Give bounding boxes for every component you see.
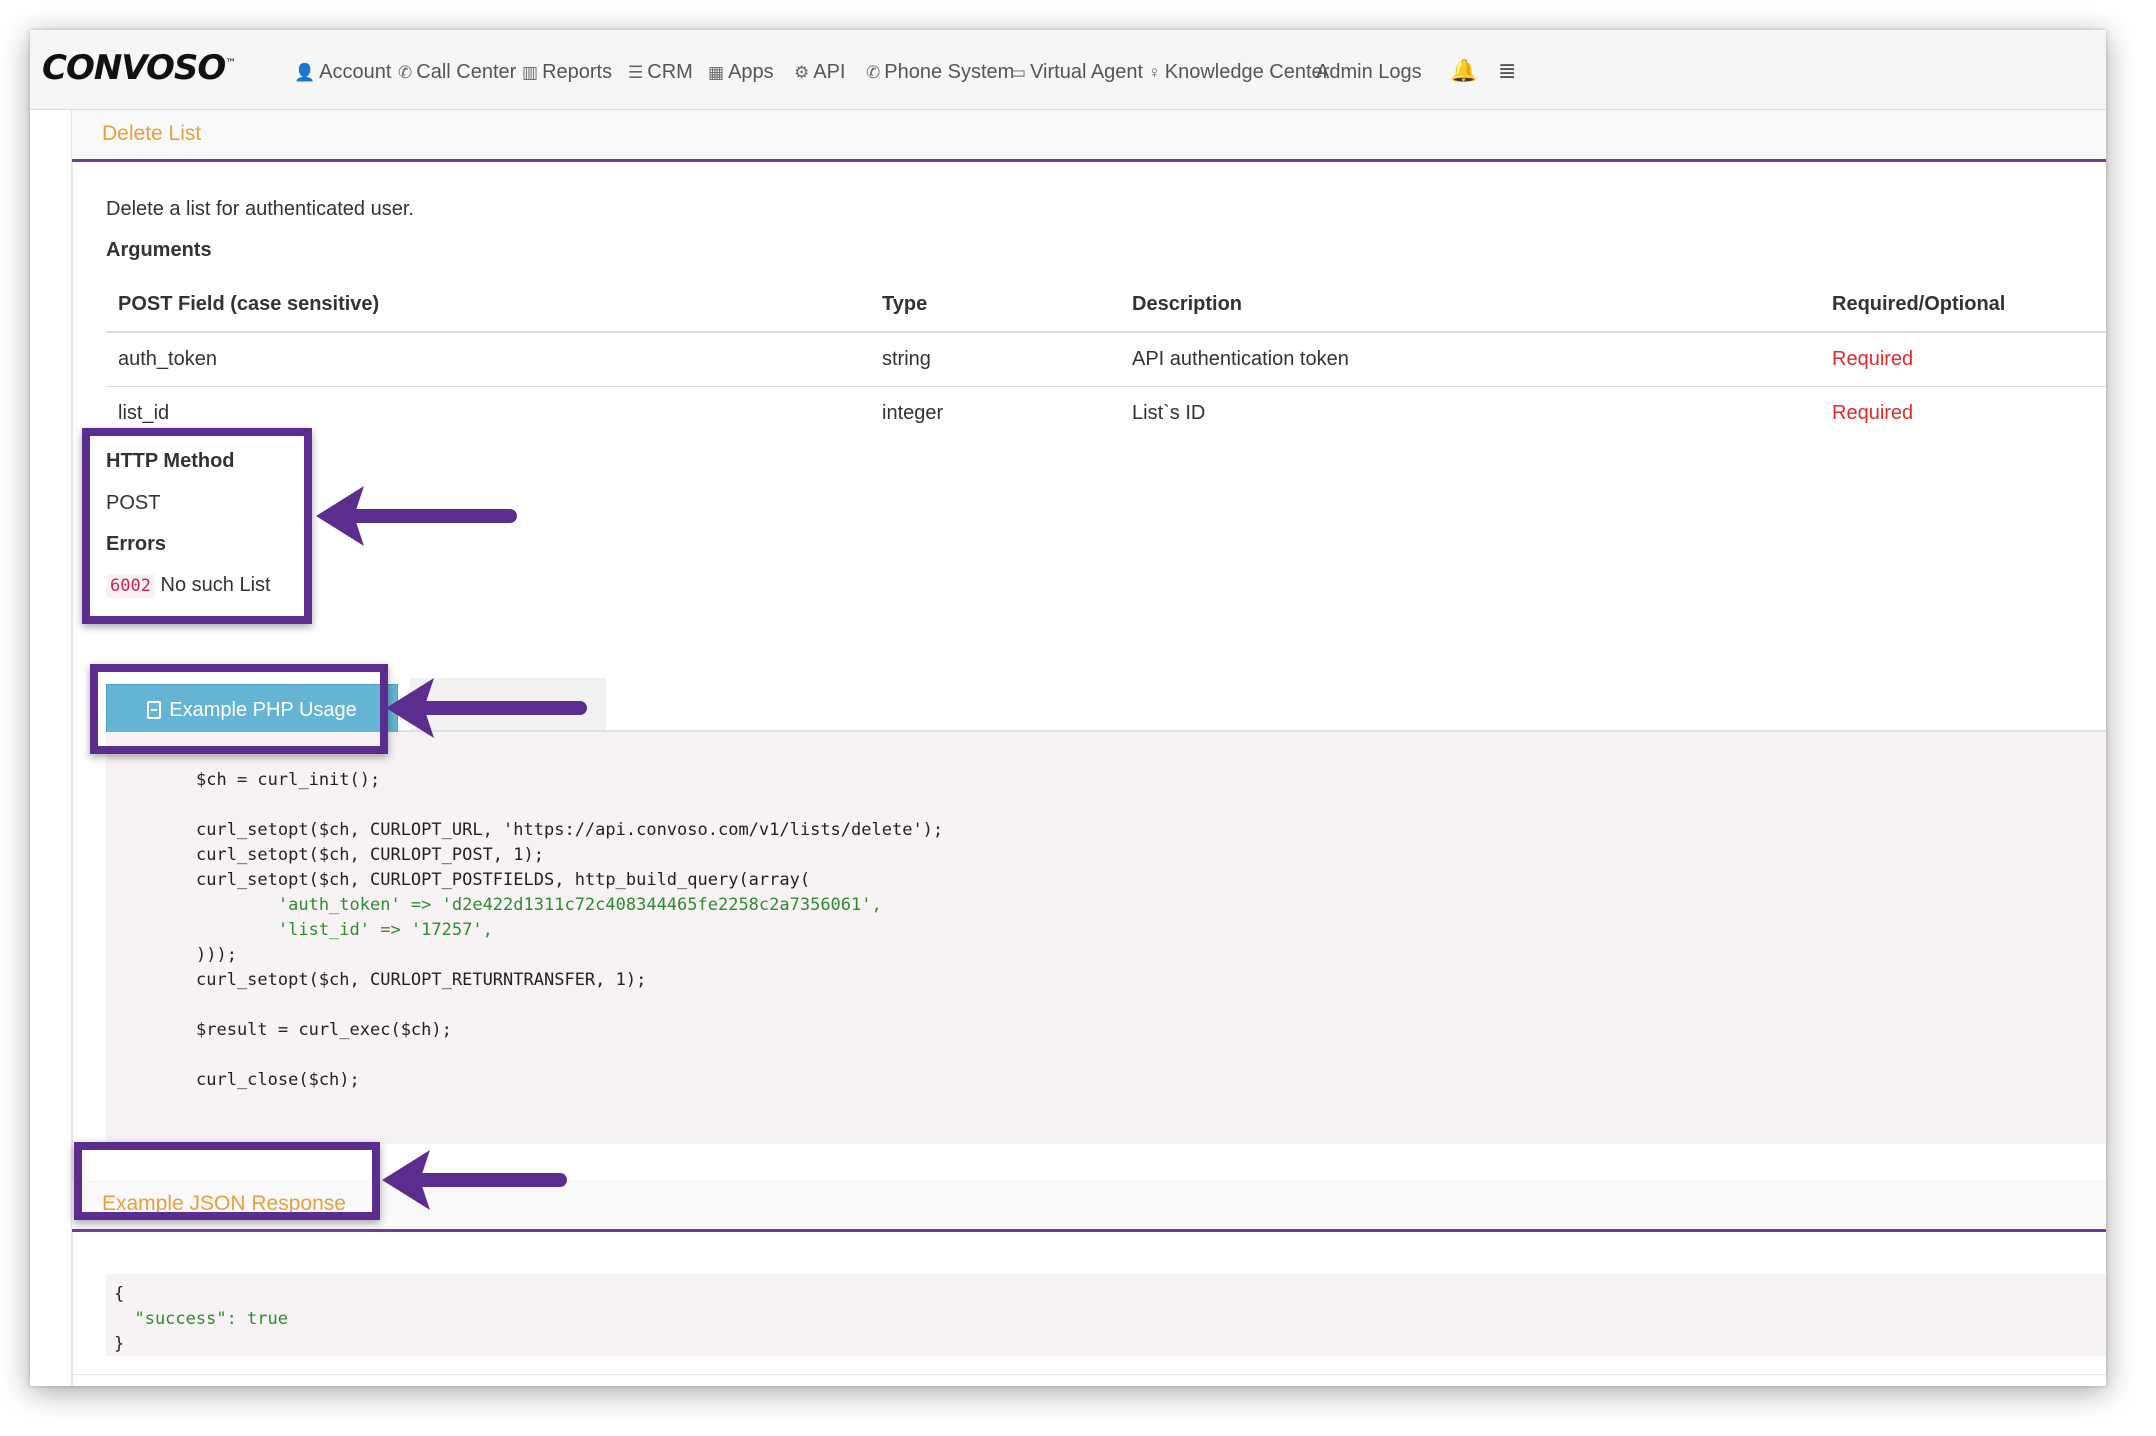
column-header: Required/Optional bbox=[1820, 278, 2106, 333]
code-line: $ch = curl_init(); bbox=[196, 770, 381, 790]
column-header: Description bbox=[1120, 278, 1820, 333]
code-line: ))); bbox=[196, 945, 237, 965]
top-navbar: CONVOSO™ 👤 Account ✆ Call Center ▥ Reports … bbox=[30, 30, 2106, 110]
bell-icon[interactable]: 🔔 bbox=[1450, 58, 1477, 84]
code-line: } bbox=[114, 1334, 125, 1354]
nav-admin-logs[interactable]: Admin Logs bbox=[1316, 61, 1422, 84]
highlight-box-http-method bbox=[82, 428, 312, 624]
field-type: integer bbox=[882, 401, 944, 424]
field-name: auth_token bbox=[106, 332, 870, 387]
table-row: auth_token string API authentication tok… bbox=[106, 332, 2106, 387]
field-description: API authentication token bbox=[1120, 332, 1820, 387]
user-icon: 👤 bbox=[294, 62, 316, 82]
code-line: curl_setopt($ch, CURLOPT_URL, 'https://a… bbox=[196, 820, 944, 840]
section-header-delete-list: Delete List bbox=[72, 110, 2106, 162]
arguments-table: POST Field (case sensitive) Type Descrip… bbox=[106, 278, 2106, 440]
field-type: string bbox=[870, 332, 1120, 387]
code-line: curl_setopt($ch, CURLOPT_POSTFIELDS, htt… bbox=[196, 870, 811, 890]
code-line: curl_setopt($ch, CURLOPT_RETURNTRANSFER,… bbox=[196, 970, 647, 990]
highlight-box-json-response bbox=[74, 1142, 380, 1220]
table-row: list_id integer List`s ID Required bbox=[106, 386, 2106, 440]
phone-icon: ✆ bbox=[866, 62, 881, 82]
field-required: Required bbox=[1820, 332, 2106, 387]
convoso-logo[interactable]: CONVOSO™ bbox=[42, 48, 236, 88]
gear-icon: ⚙ bbox=[794, 62, 810, 82]
grid-icon: ▦ bbox=[708, 62, 725, 82]
nav-phone-system[interactable]: ✆ Phone System bbox=[866, 61, 1014, 84]
nav-apps[interactable]: ▦ Apps bbox=[708, 61, 774, 84]
php-code-block: $ch = curl_init(); curl_setopt($ch, CURL… bbox=[106, 732, 2106, 1144]
json-key-value: "success": true bbox=[114, 1309, 288, 1329]
monitor-icon: ▭ bbox=[1010, 62, 1027, 82]
table-header-row: POST Field (case sensitive) Type Descrip… bbox=[106, 278, 2106, 333]
nav-account[interactable]: 👤 Account bbox=[294, 61, 391, 84]
code-line: 'list_id' => '17257', bbox=[196, 920, 493, 940]
arrow-icon bbox=[382, 1150, 567, 1210]
list-icon: ☰ bbox=[628, 62, 644, 82]
code-line: curl_close($ch); bbox=[196, 1070, 360, 1090]
highlight-box-php-tab bbox=[90, 664, 388, 754]
json-code-block: { "success": true } bbox=[106, 1274, 2106, 1356]
code-line: 'auth_token' => 'd2e422d1311c72c40834446… bbox=[196, 895, 882, 915]
phone-icon: ✆ bbox=[398, 62, 413, 82]
code-line: curl_setopt($ch, CURLOPT_POST, 1); bbox=[196, 845, 544, 865]
section-title: Delete List bbox=[102, 122, 202, 145]
code-line: $result = curl_exec($ch); bbox=[196, 1020, 452, 1040]
code-line: { bbox=[114, 1284, 125, 1304]
nav-reports[interactable]: ▥ Reports bbox=[522, 61, 612, 84]
bar-chart-icon: ▥ bbox=[522, 62, 539, 82]
nav-virtual-agent[interactable]: ▭ Virtual Agent bbox=[1010, 61, 1143, 84]
field-description: List`s ID bbox=[1132, 401, 1206, 424]
arrow-icon bbox=[316, 486, 517, 546]
section-description: Delete a list for authenticated user. bbox=[106, 198, 414, 220]
column-header: POST Field (case sensitive) bbox=[106, 278, 870, 333]
field-required: Required bbox=[1832, 401, 1914, 424]
column-header: Type bbox=[870, 278, 1120, 333]
lightbulb-icon: ♀ bbox=[1148, 62, 1161, 82]
nav-crm[interactable]: ☰ CRM bbox=[628, 61, 693, 84]
database-icon[interactable]: ≣ bbox=[1498, 58, 1516, 84]
arrow-icon bbox=[386, 678, 587, 738]
nav-api[interactable]: ⚙ API bbox=[794, 61, 846, 84]
bottom-divider bbox=[72, 1374, 2106, 1375]
arguments-heading: Arguments bbox=[106, 239, 212, 261]
nav-knowledge-center[interactable]: ♀ Knowledge Center bbox=[1148, 61, 1329, 84]
nav-call-center[interactable]: ✆ Call Center bbox=[398, 61, 516, 84]
code-line: "success": true bbox=[114, 1307, 2106, 1332]
